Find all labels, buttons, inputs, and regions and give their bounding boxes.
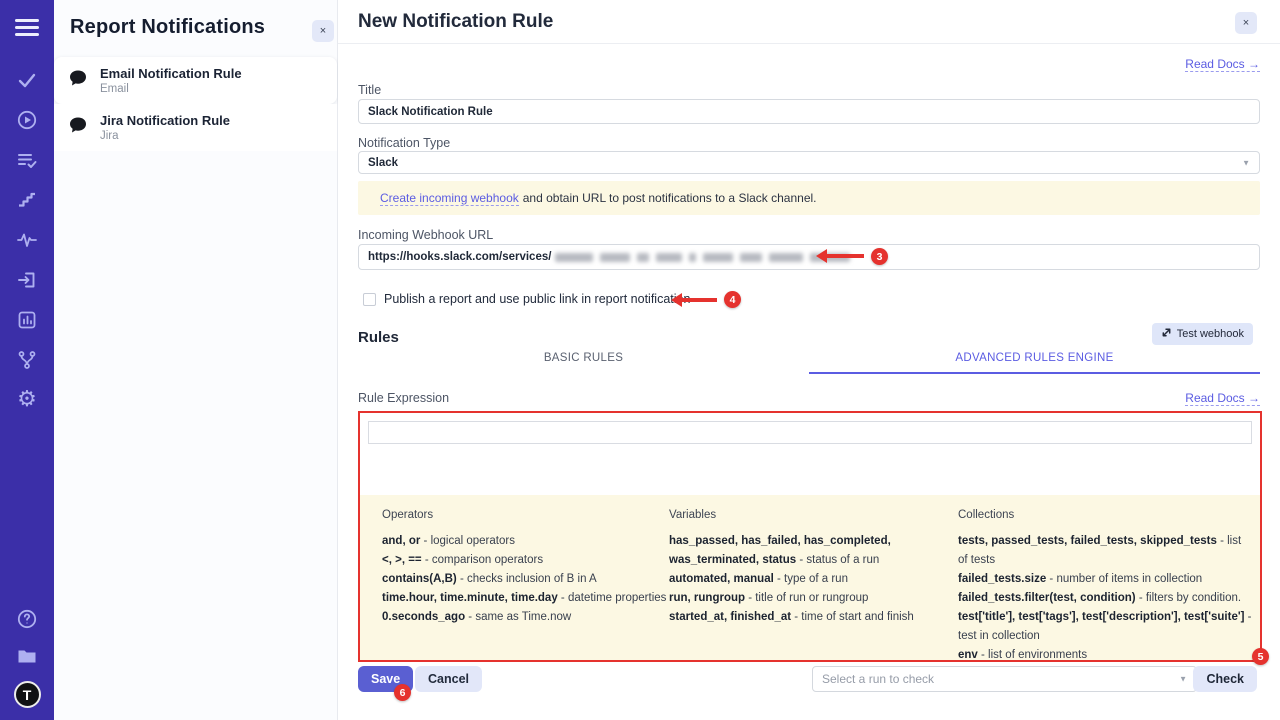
rule-subtitle: Email bbox=[100, 83, 242, 95]
chevron-down-icon: ▼ bbox=[1242, 158, 1250, 167]
notification-type-value: Slack bbox=[368, 157, 398, 169]
operators-header: Operators bbox=[382, 506, 669, 525]
annotation-badge-3: 3 bbox=[871, 248, 888, 265]
panel-title: Report Notifications bbox=[70, 16, 265, 39]
rule-expression-editor[interactable]: contains(run, "Release") and manual and … bbox=[368, 421, 1252, 444]
rule-title: Jira Notification Rule bbox=[100, 113, 230, 128]
redacted-webhook-token bbox=[555, 253, 850, 262]
notification-type-label: Notification Type bbox=[358, 136, 450, 150]
help-entry: 0.seconds_ago - same as Time.now bbox=[382, 608, 669, 627]
test-webhook-label: Test webhook bbox=[1177, 328, 1244, 340]
help-entry: failed_tests.filter(test, condition) - f… bbox=[958, 589, 1252, 608]
form-header: New Notification Rule bbox=[338, 0, 1280, 44]
rule-expression-label: Rule Expression bbox=[358, 391, 449, 405]
help-entry: failed_tests.size - number of items in c… bbox=[958, 570, 1252, 589]
help-entry: run, rungroup - title of run or rungroup bbox=[669, 589, 958, 608]
help-entry: tests, passed_tests, failed_tests, skipp… bbox=[958, 532, 1252, 570]
send-icon bbox=[1161, 327, 1172, 341]
help-entry: contains(A,B) - checks inclusion of B in… bbox=[382, 570, 669, 589]
t-logo[interactable]: T bbox=[14, 681, 41, 708]
webhook-url-value: https://hooks.slack.com/services/ bbox=[368, 251, 551, 263]
info-text: and obtain URL to post notifications to … bbox=[523, 191, 817, 205]
play-circle-icon[interactable] bbox=[15, 108, 39, 132]
report-notifications-panel: Report Notifications × Email Notificatio… bbox=[54, 0, 338, 720]
rule-subtitle: Jira bbox=[100, 130, 230, 142]
list-item[interactable]: Email Notification Rule Email bbox=[54, 57, 337, 104]
read-docs-link-expression[interactable]: Read Docs → bbox=[1185, 391, 1260, 406]
annotation-arrow-4 bbox=[675, 298, 717, 302]
run-select[interactable]: Select a run to check ▼ bbox=[812, 666, 1197, 692]
publish-report-checkbox[interactable] bbox=[363, 293, 376, 306]
notification-type-select[interactable]: Slack ▼ bbox=[358, 151, 1260, 174]
title-input[interactable]: Slack Notification Rule bbox=[358, 99, 1260, 124]
publish-report-label: Publish a report and use public link in … bbox=[384, 292, 690, 306]
git-fork-icon[interactable] bbox=[15, 348, 39, 372]
webhook-url-label: Incoming Webhook URL bbox=[358, 228, 493, 242]
title-input-value: Slack Notification Rule bbox=[368, 106, 493, 118]
variables-column: Variables has_passed, has_failed, has_co… bbox=[669, 506, 958, 660]
annotation-badge-5: 5 bbox=[1252, 648, 1269, 665]
help-entry: env - list of environments bbox=[958, 646, 1252, 665]
run-select-placeholder: Select a run to check bbox=[822, 672, 934, 686]
annotation-badge-6: 6 bbox=[394, 684, 411, 701]
new-notification-rule-form: New Notification Rule × Read Docs → Titl… bbox=[338, 0, 1280, 720]
annotation-badge-4: 4 bbox=[724, 291, 741, 308]
rule-title: Email Notification Rule bbox=[100, 66, 242, 81]
help-entry: has_passed, has_failed, has_completed, w… bbox=[669, 532, 958, 570]
annotation-highlight-box: contains(run, "Release") and manual and … bbox=[358, 411, 1262, 662]
notification-rule-list: Email Notification Rule Email Jira Notif… bbox=[54, 57, 337, 151]
test-webhook-button[interactable]: Test webhook bbox=[1152, 323, 1253, 345]
chat-bubble-icon bbox=[68, 115, 88, 140]
operators-column: Operators and, or - logical operators<, … bbox=[382, 506, 669, 660]
page-title: New Notification Rule bbox=[358, 11, 553, 33]
tab[interactable]: BASIC RULES bbox=[358, 352, 809, 374]
rules-heading: Rules bbox=[358, 329, 399, 346]
collections-header: Collections bbox=[958, 506, 1252, 525]
expression-help-panel: Operators and, or - logical operators<, … bbox=[360, 495, 1260, 660]
tab[interactable]: ADVANCED RULES ENGINE bbox=[809, 352, 1260, 374]
help-entry: automated, manual - type of a run bbox=[669, 570, 958, 589]
form-close-button[interactable]: × bbox=[1235, 12, 1257, 34]
help-entry: started_at, finished_at - time of start … bbox=[669, 608, 958, 627]
check-button[interactable]: Check bbox=[1193, 666, 1257, 692]
list-item[interactable]: Jira Notification Rule Jira bbox=[54, 104, 337, 151]
rules-tabs: BASIC RULES ADVANCED RULES ENGINE bbox=[358, 352, 1260, 374]
folder-icon[interactable] bbox=[15, 644, 39, 668]
annotation-arrow-3 bbox=[820, 254, 864, 258]
pulse-icon[interactable] bbox=[15, 228, 39, 252]
variables-header: Variables bbox=[669, 506, 958, 525]
create-webhook-link[interactable]: Create incoming webhook bbox=[380, 191, 519, 206]
help-entry: time.hour, time.minute, time.day - datet… bbox=[382, 589, 669, 608]
panel-close-button[interactable]: × bbox=[312, 20, 334, 42]
read-docs-link-top[interactable]: Read Docs → bbox=[1185, 57, 1260, 72]
import-run-icon[interactable] bbox=[15, 268, 39, 292]
help-entry: test['title'], test['tags'], test['descr… bbox=[958, 608, 1252, 646]
bar-chart-icon[interactable] bbox=[15, 308, 39, 332]
slack-info-box: Create incoming webhook and obtain URL t… bbox=[358, 181, 1260, 215]
help-entry: <, >, == - comparison operators bbox=[382, 551, 669, 570]
chat-bubble-icon bbox=[68, 68, 88, 93]
collections-column: Collections tests, passed_tests, failed_… bbox=[958, 506, 1252, 660]
menu-icon[interactable] bbox=[15, 15, 39, 40]
title-label: Title bbox=[358, 83, 381, 97]
list-check-icon[interactable] bbox=[15, 148, 39, 172]
gear-icon[interactable]: ⚙ bbox=[15, 388, 39, 412]
help-entry: and, or - logical operators bbox=[382, 532, 669, 551]
help-icon[interactable] bbox=[15, 607, 39, 631]
cancel-button[interactable]: Cancel bbox=[415, 666, 482, 692]
chevron-down-icon: ▼ bbox=[1179, 675, 1187, 684]
stairs-icon[interactable] bbox=[15, 188, 39, 212]
check-icon[interactable] bbox=[15, 68, 39, 92]
app-sidebar: ⚙ T bbox=[0, 0, 54, 720]
